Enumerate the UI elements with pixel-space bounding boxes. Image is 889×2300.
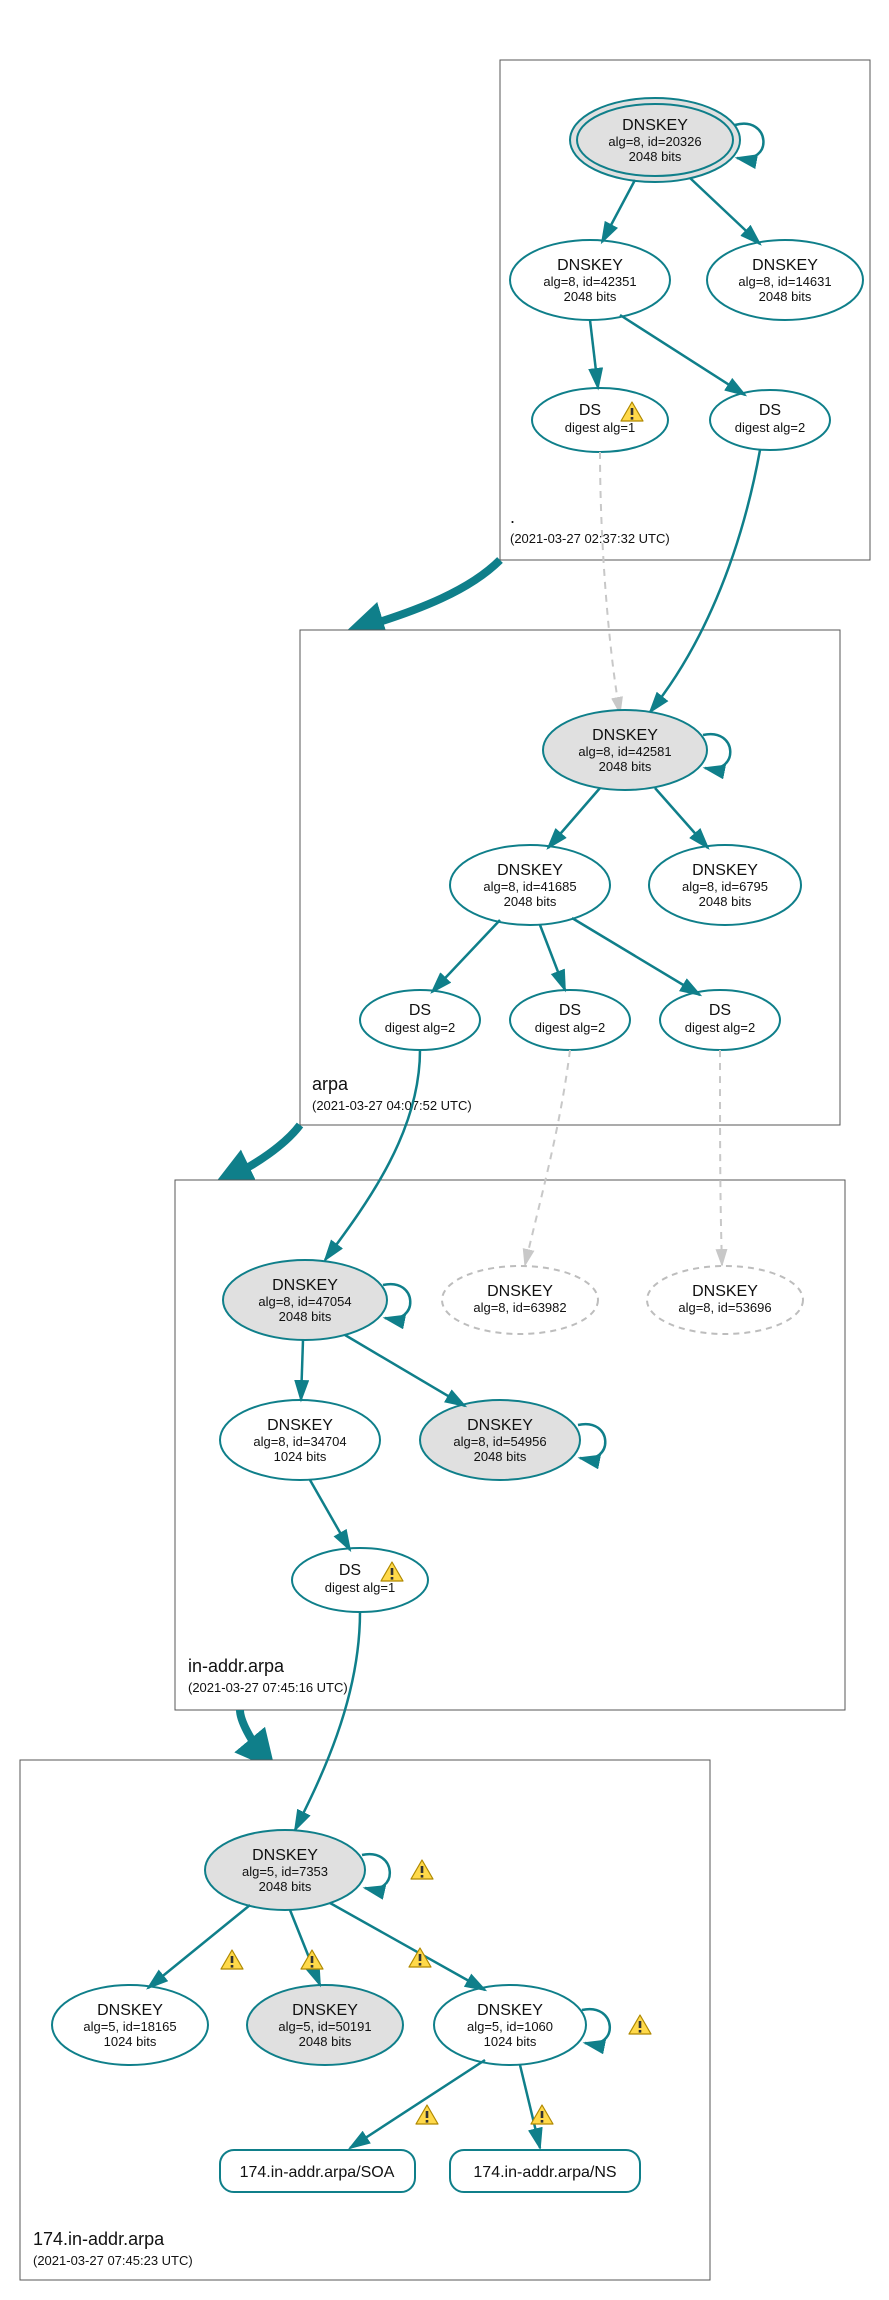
delegation-root-arpa xyxy=(360,560,500,628)
svg-text:DNSKEY: DNSKEY xyxy=(592,727,658,744)
svg-text:DNSKEY: DNSKEY xyxy=(97,2002,163,2019)
svg-text:digest alg=2: digest alg=2 xyxy=(735,420,805,435)
svg-text:1024 bits: 1024 bits xyxy=(484,2034,537,2049)
svg-text:2048 bits: 2048 bits xyxy=(299,2034,352,2049)
node-in-gk2: DNSKEY alg=8, id=53696 xyxy=(647,1266,803,1334)
zone-ts-174: (2021-03-27 07:45:23 UTC) xyxy=(33,2253,193,2268)
svg-text:2048 bits: 2048 bits xyxy=(259,1879,312,1894)
dnssec-diagram: . (2021-03-27 02:37:32 UTC) DNSKEY alg=8… xyxy=(0,0,889,2300)
svg-text:DNSKEY: DNSKEY xyxy=(557,257,623,274)
node-in-gk1: DNSKEY alg=8, id=63982 xyxy=(442,1266,598,1334)
node-174-k1: DNSKEY alg=5, id=18165 1024 bits xyxy=(52,1985,208,2065)
svg-text:digest alg=1: digest alg=1 xyxy=(565,420,635,435)
svg-text:DNSKEY: DNSKEY xyxy=(692,1283,758,1300)
svg-text:174.in-addr.arpa/NS: 174.in-addr.arpa/NS xyxy=(473,2164,616,2181)
node-arpa-zsk1: DNSKEY alg=8, id=41685 2048 bits xyxy=(450,845,610,925)
svg-text:DNSKEY: DNSKEY xyxy=(622,117,688,134)
svg-text:DNSKEY: DNSKEY xyxy=(692,862,758,879)
svg-text:alg=5, id=18165: alg=5, id=18165 xyxy=(83,2019,176,2034)
svg-text:digest alg=1: digest alg=1 xyxy=(325,1580,395,1595)
node-174-ns: 174.in-addr.arpa/NS xyxy=(450,2150,640,2192)
svg-text:alg=8, id=47054: alg=8, id=47054 xyxy=(258,1294,351,1309)
delegation-inaddr-174 xyxy=(240,1710,265,1758)
svg-text:alg=8, id=14631: alg=8, id=14631 xyxy=(738,274,831,289)
node-174-soa: 174.in-addr.arpa/SOA xyxy=(220,2150,415,2192)
svg-text:alg=8, id=41685: alg=8, id=41685 xyxy=(483,879,576,894)
node-arpa-ds2: DS digest alg=2 xyxy=(510,990,630,1050)
svg-text:alg=5, id=1060: alg=5, id=1060 xyxy=(467,2019,553,2034)
node-174-k3: DNSKEY alg=5, id=1060 1024 bits xyxy=(434,1985,586,2065)
node-174-ksk: DNSKEY alg=5, id=7353 2048 bits xyxy=(205,1830,365,1910)
svg-text:2048 bits: 2048 bits xyxy=(474,1449,527,1464)
svg-text:DS: DS xyxy=(409,1002,431,1019)
node-root-ds1: DS digest alg=1 xyxy=(532,388,668,452)
svg-text:DNSKEY: DNSKEY xyxy=(267,1417,333,1434)
svg-text:alg=8, id=42351: alg=8, id=42351 xyxy=(543,274,636,289)
zone-label-arpa: arpa xyxy=(312,1074,349,1094)
node-arpa-ds1: DS digest alg=2 xyxy=(360,990,480,1050)
node-in-ksk: DNSKEY alg=8, id=47054 2048 bits xyxy=(223,1260,387,1340)
svg-text:2048 bits: 2048 bits xyxy=(599,759,652,774)
node-root-zsk1: DNSKEY alg=8, id=42351 2048 bits xyxy=(510,240,670,320)
svg-text:2048 bits: 2048 bits xyxy=(504,894,557,909)
svg-text:DS: DS xyxy=(709,1002,731,1019)
svg-text:digest alg=2: digest alg=2 xyxy=(385,1020,455,1035)
node-174-k2: DNSKEY alg=5, id=50191 2048 bits xyxy=(247,1985,403,2065)
node-arpa-zsk2: DNSKEY alg=8, id=6795 2048 bits xyxy=(649,845,801,925)
node-arpa-ksk: DNSKEY alg=8, id=42581 2048 bits xyxy=(543,710,707,790)
svg-text:DNSKEY: DNSKEY xyxy=(292,2002,358,2019)
svg-text:DNSKEY: DNSKEY xyxy=(487,1283,553,1300)
svg-text:1024 bits: 1024 bits xyxy=(104,2034,157,2049)
node-root-ds2: DS digest alg=2 xyxy=(710,390,830,450)
svg-text:alg=8, id=42581: alg=8, id=42581 xyxy=(578,744,671,759)
svg-text:2048 bits: 2048 bits xyxy=(699,894,752,909)
svg-text:digest alg=2: digest alg=2 xyxy=(535,1020,605,1035)
node-in-zsk2: DNSKEY alg=8, id=54956 2048 bits xyxy=(420,1400,580,1480)
svg-text:174.in-addr.arpa/SOA: 174.in-addr.arpa/SOA xyxy=(240,2164,395,2181)
svg-text:DS: DS xyxy=(339,1562,361,1579)
svg-text:alg=8, id=54956: alg=8, id=54956 xyxy=(453,1434,546,1449)
zone-ts-arpa: (2021-03-27 04:07:52 UTC) xyxy=(312,1098,472,1113)
zone-label-root: . xyxy=(510,507,515,527)
svg-text:DNSKEY: DNSKEY xyxy=(497,862,563,879)
svg-text:alg=5, id=7353: alg=5, id=7353 xyxy=(242,1864,328,1879)
zone-label-174: 174.in-addr.arpa xyxy=(33,2229,165,2249)
svg-text:alg=8, id=53696: alg=8, id=53696 xyxy=(678,1300,771,1315)
node-arpa-ds3: DS digest alg=2 xyxy=(660,990,780,1050)
svg-text:DNSKEY: DNSKEY xyxy=(477,2002,543,2019)
zone-ts-inaddr: (2021-03-27 07:45:16 UTC) xyxy=(188,1680,348,1695)
svg-text:2048 bits: 2048 bits xyxy=(629,149,682,164)
zone-ts-root: (2021-03-27 02:37:32 UTC) xyxy=(510,531,670,546)
svg-text:1024 bits: 1024 bits xyxy=(274,1449,327,1464)
svg-text:2048 bits: 2048 bits xyxy=(279,1309,332,1324)
svg-text:digest alg=2: digest alg=2 xyxy=(685,1020,755,1035)
svg-text:DS: DS xyxy=(559,1002,581,1019)
svg-text:DNSKEY: DNSKEY xyxy=(272,1277,338,1294)
svg-text:DS: DS xyxy=(579,402,601,419)
zone-label-inaddr: in-addr.arpa xyxy=(188,1656,285,1676)
svg-text:alg=8, id=6795: alg=8, id=6795 xyxy=(682,879,768,894)
svg-text:2048 bits: 2048 bits xyxy=(564,289,617,304)
svg-text:alg=5, id=50191: alg=5, id=50191 xyxy=(278,2019,371,2034)
svg-text:2048 bits: 2048 bits xyxy=(759,289,812,304)
svg-text:DNSKEY: DNSKEY xyxy=(752,257,818,274)
node-root-ksk: DNSKEY alg=8, id=20326 2048 bits xyxy=(570,98,740,182)
delegation-arpa-inaddr xyxy=(228,1125,300,1178)
svg-text:DNSKEY: DNSKEY xyxy=(467,1417,533,1434)
node-in-zsk1: DNSKEY alg=8, id=34704 1024 bits xyxy=(220,1400,380,1480)
node-in-ds: DS digest alg=1 xyxy=(292,1548,428,1612)
svg-text:DNSKEY: DNSKEY xyxy=(252,1847,318,1864)
svg-text:DS: DS xyxy=(759,402,781,419)
svg-text:alg=8, id=20326: alg=8, id=20326 xyxy=(608,134,701,149)
svg-text:alg=8, id=63982: alg=8, id=63982 xyxy=(473,1300,566,1315)
node-root-zsk2: DNSKEY alg=8, id=14631 2048 bits xyxy=(707,240,863,320)
svg-text:alg=8, id=34704: alg=8, id=34704 xyxy=(253,1434,346,1449)
